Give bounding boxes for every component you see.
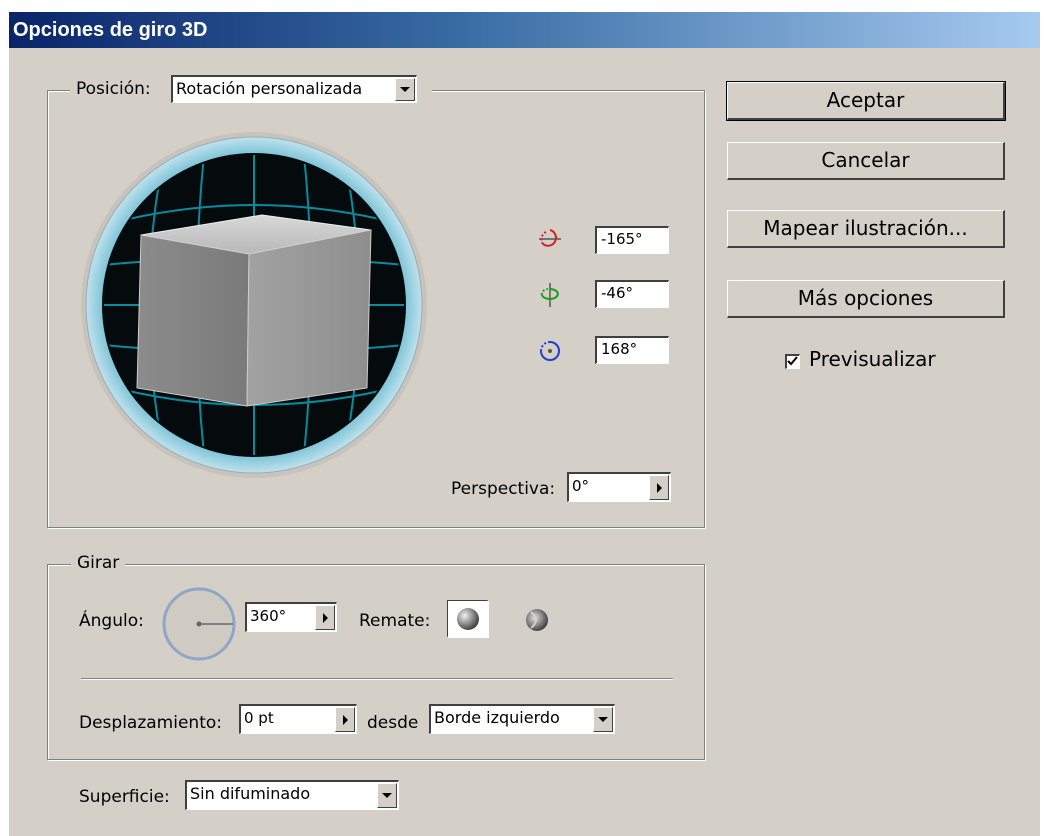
from-label: desde — [367, 713, 419, 733]
checkmark-icon — [787, 356, 798, 366]
from-select[interactable]: Borde izquierdo — [429, 704, 615, 734]
chevron-right-icon — [656, 482, 662, 493]
more-options-button[interactable]: Más opciones — [727, 280, 1005, 318]
surface-label: Superficie: — [79, 787, 170, 807]
dialog-window: Opciones de giro 3D Posición: Rotación p… — [8, 12, 1040, 836]
perspective-value: 0° — [572, 477, 590, 495]
position-dropdown-button[interactable] — [395, 78, 415, 101]
revolve-legend: Girar — [71, 552, 126, 574]
rotate-z-icon — [540, 341, 560, 361]
rotation-z-field[interactable]: 168° — [595, 336, 669, 364]
position-select[interactable]: Rotación personalizada — [171, 75, 417, 103]
cap-off-icon[interactable] — [523, 606, 551, 634]
perspective-slider-button[interactable] — [649, 475, 669, 500]
position-select-value: Rotación personalizada — [176, 79, 363, 98]
chevron-down-icon — [382, 793, 392, 798]
preview-label: Previsualizar — [809, 347, 936, 371]
perspective-field[interactable]: 0° — [567, 472, 671, 502]
chevron-down-icon — [598, 717, 608, 722]
angle-field[interactable]: 360° — [245, 602, 337, 632]
map-art-button[interactable]: Mapear ilustración... — [727, 210, 1005, 248]
ok-button[interactable]: Aceptar — [726, 81, 1006, 121]
cap-on-button[interactable] — [447, 600, 489, 638]
angle-value: 360° — [250, 607, 287, 625]
rotation-y-field[interactable]: -46° — [595, 280, 669, 308]
preview-checkbox-row[interactable]: Previsualizar — [783, 346, 963, 376]
cube-icon — [136, 214, 372, 407]
dialog-title: Opciones de giro 3D — [13, 19, 208, 41]
cancel-button[interactable]: Cancelar — [727, 142, 1005, 180]
from-select-value: Borde izquierdo — [434, 708, 560, 727]
cap-on-icon — [456, 607, 479, 630]
from-dropdown-button[interactable] — [593, 707, 613, 732]
angle-slider-button[interactable] — [315, 605, 335, 630]
angle-label: Ángulo: — [79, 611, 144, 631]
offset-field[interactable]: 0 pt — [239, 704, 357, 734]
chevron-right-icon — [342, 714, 348, 725]
revolve-divider — [81, 678, 673, 680]
cap-label: Remate: — [359, 611, 431, 631]
offset-value: 0 pt — [244, 709, 274, 727]
rotate-y-icon — [540, 283, 559, 307]
perspective-label: Perspectiva: — [451, 479, 556, 499]
preview-checkbox[interactable] — [785, 354, 800, 369]
rotate-x-icon — [539, 229, 561, 247]
angle-dial[interactable] — [161, 586, 237, 662]
surface-select[interactable]: Sin difuminado — [185, 780, 399, 810]
position-label: Posición: — [76, 79, 151, 99]
rotation-x-field[interactable]: -165° — [595, 226, 669, 254]
chevron-right-icon — [322, 612, 328, 623]
surface-dropdown-button[interactable] — [377, 783, 397, 808]
title-bar[interactable]: Opciones de giro 3D — [9, 12, 1040, 48]
track-cube-sphere[interactable] — [79, 130, 429, 480]
surface-select-value: Sin difuminado — [190, 784, 311, 803]
chevron-down-icon — [400, 87, 410, 92]
offset-label: Desplazamiento: — [79, 713, 222, 733]
offset-slider-button[interactable] — [335, 707, 355, 732]
